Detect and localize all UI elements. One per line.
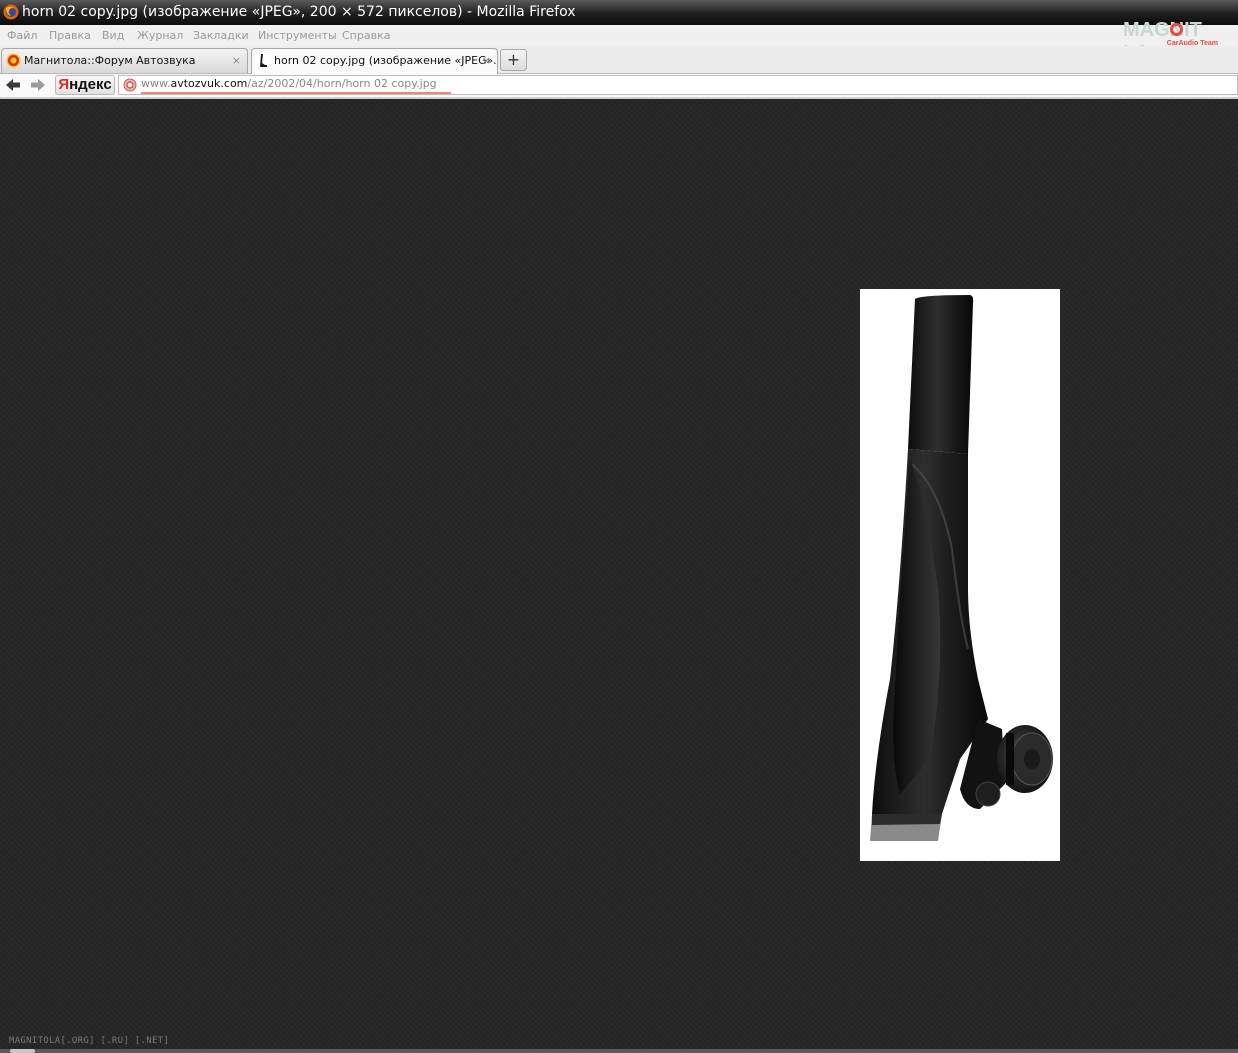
navigation-bar: Яндекс www.avtozvuk.com/az/2002/04/horn/… [0,74,1238,99]
window-titlebar[interactable]: horn 02 copy.jpg (изображение «JPEG», 20… [0,0,1238,25]
new-tab-button[interactable]: + [500,49,527,71]
yandex-button[interactable]: Яндекс [55,75,115,95]
tab-image-close-icon[interactable]: × [482,49,491,73]
firefox-icon [3,4,19,20]
tab-forum-close-icon[interactable]: × [232,49,241,73]
menu-bookmarks[interactable]: Закладки [193,25,249,46]
tab-strip: Магнитола::Форум Автозвука × horn 02 cop… [0,46,1238,74]
horn-speaker-photo [870,295,1053,841]
menu-bar: Файл Правка Вид Журнал Закладки Инструме… [0,25,1238,46]
menu-help[interactable]: Справка [342,25,390,46]
url-domain: avtozvuk.com [170,77,248,90]
magnitola-logo: MAGNIT LA CarAudio Team [1123,19,1218,64]
forward-arrow-icon[interactable] [29,77,47,93]
horn-speaker-image[interactable] [860,289,1060,861]
site-identity-icon[interactable] [123,78,137,92]
window-title: horn 02 copy.jpg (изображение «JPEG», 20… [22,4,576,20]
yandex-rest: ндекс [69,76,112,93]
scrollbar-knob[interactable] [10,1049,35,1053]
watermark-footer: MAGNITOLA[.ORG] [.RU] [.NET] [9,1036,170,1046]
horizontal-scrollbar[interactable] [0,1049,1238,1053]
tab-forum-label: Магнитола::Форум Автозвука [24,54,196,67]
logo-ring-icon [1170,23,1183,36]
address-url: www.avtozvuk.com/az/2002/04/horn/horn 02… [141,76,451,94]
url-path: /az/2002/04/horn/horn 02 copy.jpg [247,77,437,90]
forum-favicon-icon [6,53,21,68]
url-prefix: www. [141,77,171,90]
yandex-first-letter: Я [58,76,70,93]
menu-edit[interactable]: Правка [49,25,91,46]
address-bar[interactable]: www.avtozvuk.com/az/2002/04/horn/horn 02… [118,75,1238,95]
back-arrow-icon[interactable] [4,77,22,93]
image-thumbnail-icon [256,53,271,68]
tab-image[interactable]: horn 02 copy.jpg (изображение «JPEG»... … [251,48,498,74]
menu-file[interactable]: Файл [7,25,37,46]
tab-image-label: horn 02 copy.jpg (изображение «JPEG»... [274,54,498,67]
tab-forum[interactable]: Магнитола::Форум Автозвука × [1,48,248,73]
menu-view[interactable]: Вид [102,25,124,46]
menu-history[interactable]: Журнал [137,25,183,46]
menu-tools[interactable]: Инструменты [258,25,337,46]
image-viewer [0,99,1238,1053]
